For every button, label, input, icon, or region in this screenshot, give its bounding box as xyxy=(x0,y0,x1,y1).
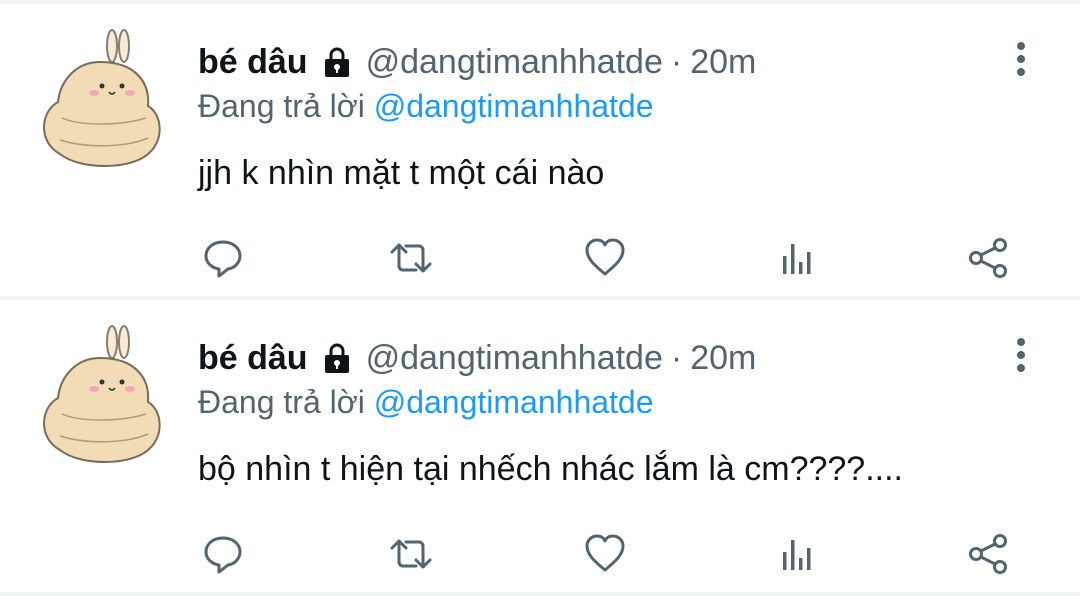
reply-mention[interactable]: @dangtimanhhatde xyxy=(374,384,654,420)
heart-icon xyxy=(585,238,625,276)
retweet-button[interactable] xyxy=(386,526,436,582)
bottom-divider xyxy=(0,592,1080,596)
share-icon xyxy=(969,238,1007,278)
reply-context: Đang trả lời @dangtimanhhatde xyxy=(198,384,654,421)
retweet-icon xyxy=(390,243,432,273)
analytics-button[interactable] xyxy=(772,230,822,286)
handle[interactable]: @dangtimanhhatde xyxy=(366,43,663,82)
retweet-button[interactable] xyxy=(386,230,436,286)
tweet[interactable]: bé dâu @dangtimanhhatde · 20m Đang trả l… xyxy=(0,4,1080,294)
action-bar xyxy=(198,230,1018,286)
like-button[interactable] xyxy=(580,230,630,286)
tweet-header: bé dâu @dangtimanhhatde · 20m xyxy=(198,336,756,380)
tweet-header: bé dâu @dangtimanhhatde · 20m xyxy=(198,40,756,84)
handle[interactable]: @dangtimanhhatde xyxy=(366,339,663,378)
reply-prefix: Đang trả lời xyxy=(198,384,365,420)
reply-context: Đang trả lời @dangtimanhhatde xyxy=(198,88,654,125)
timestamp[interactable]: 20m xyxy=(690,339,756,378)
display-name[interactable]: bé dâu xyxy=(198,339,308,378)
share-button[interactable] xyxy=(964,230,1014,286)
tweet[interactable]: bé dâu @dangtimanhhatde · 20m Đang trả l… xyxy=(0,300,1080,590)
reply-icon xyxy=(204,536,242,574)
share-button[interactable] xyxy=(964,526,1014,582)
separator: · xyxy=(670,338,683,377)
more-vertical-icon[interactable] xyxy=(1004,40,1038,80)
lock-icon xyxy=(320,341,354,375)
analytics-icon xyxy=(783,540,811,570)
display-name[interactable]: bé dâu xyxy=(198,43,308,82)
reply-button[interactable] xyxy=(198,230,248,286)
reply-prefix: Đang trả lời xyxy=(198,88,365,124)
tweet-text: bộ nhìn t hiện tại nhếch nhác lắm là cm?… xyxy=(198,450,904,488)
analytics-button[interactable] xyxy=(772,526,822,582)
tweet-text: jjh k nhìn mặt t một cái nào xyxy=(198,154,605,192)
avatar[interactable] xyxy=(30,22,170,172)
timestamp[interactable]: 20m xyxy=(690,43,756,82)
lock-icon xyxy=(320,45,354,79)
heart-icon xyxy=(585,534,625,572)
share-icon xyxy=(969,534,1007,574)
reply-icon xyxy=(204,240,242,278)
more-vertical-icon[interactable] xyxy=(1004,336,1038,376)
retweet-icon xyxy=(390,539,432,569)
like-button[interactable] xyxy=(580,526,630,582)
reply-mention[interactable]: @dangtimanhhatde xyxy=(374,88,654,124)
reply-button[interactable] xyxy=(198,526,248,582)
avatar[interactable] xyxy=(30,318,170,468)
analytics-icon xyxy=(783,244,811,274)
action-bar xyxy=(198,526,1018,582)
separator: · xyxy=(670,42,683,81)
